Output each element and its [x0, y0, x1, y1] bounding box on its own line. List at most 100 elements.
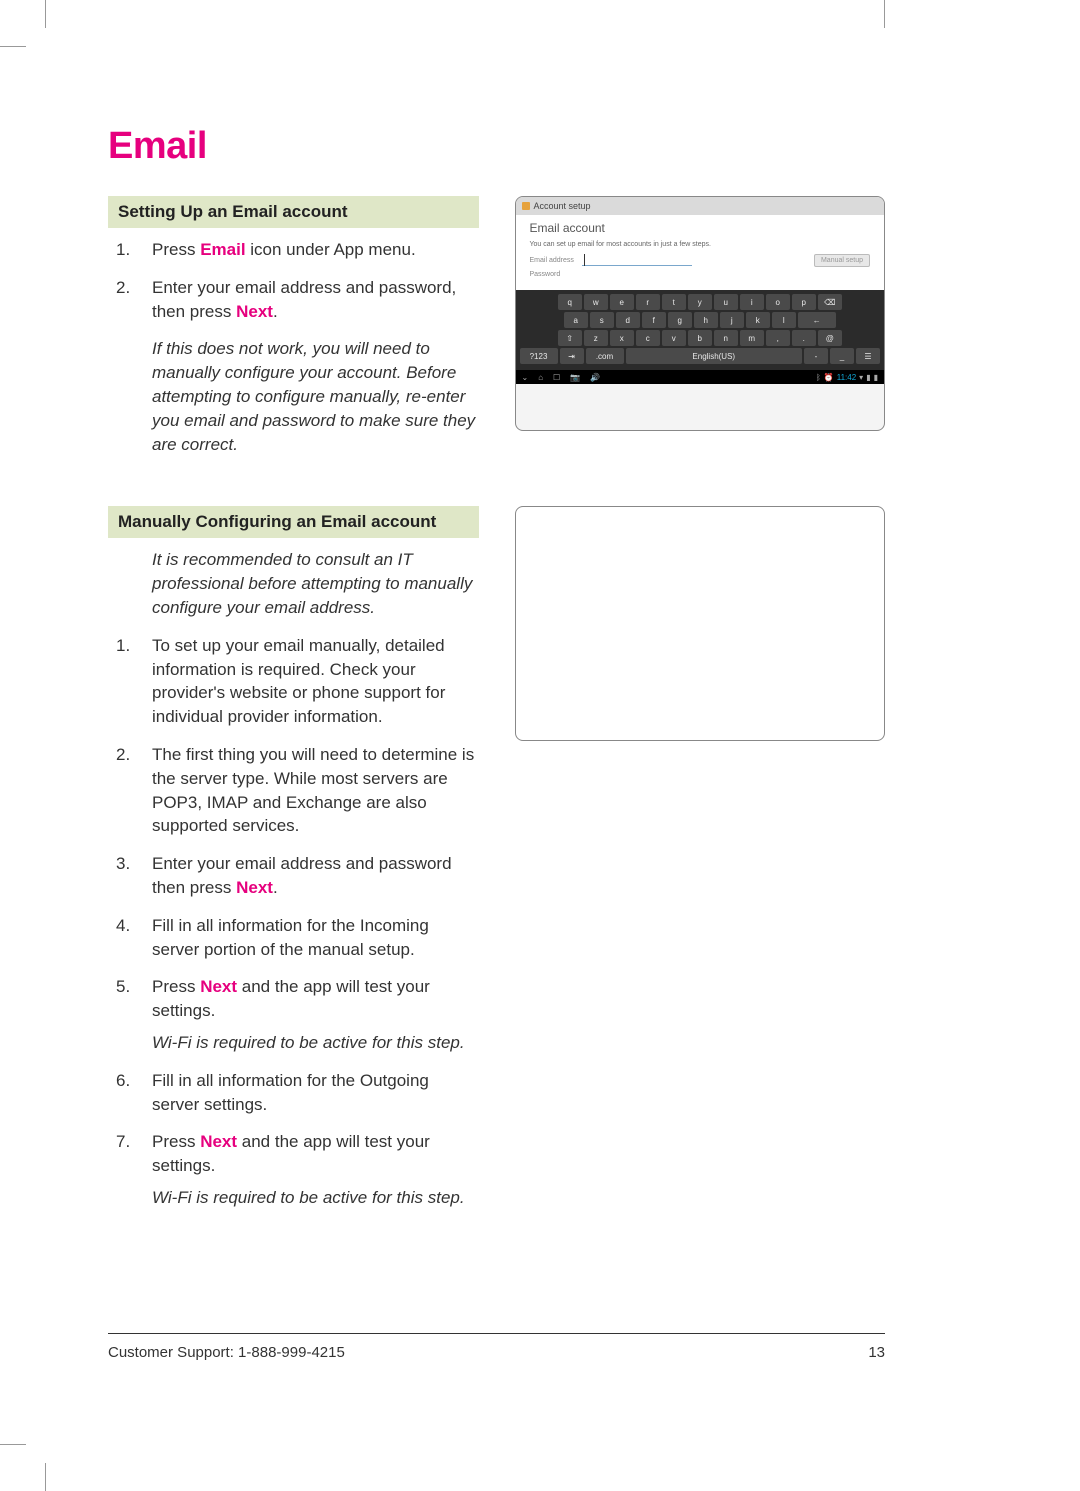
- nav-home-icon[interactable]: ⌂: [538, 373, 543, 382]
- key-d[interactable]: d: [616, 312, 640, 328]
- status-alarm-icon: ⏰: [824, 373, 834, 382]
- page-number: 13: [868, 1344, 885, 1361]
- onscreen-keyboard: q w e r t y u i o p ⌫ a s: [516, 290, 885, 370]
- bold-term: Next: [200, 977, 237, 996]
- wifi-note: Wi-Fi is required to be active for this …: [152, 1031, 479, 1055]
- key-l[interactable]: l: [772, 312, 796, 328]
- key-space[interactable]: English(US): [626, 348, 803, 364]
- key-w[interactable]: w: [584, 294, 608, 310]
- status-battery-icon: ▮: [874, 373, 878, 382]
- key-b[interactable]: b: [688, 330, 712, 346]
- key-at[interactable]: @: [818, 330, 842, 346]
- nav-recent-icon[interactable]: ☐: [553, 373, 560, 382]
- app-icon: [522, 202, 530, 210]
- mstep-2: The first thing you will need to determi…: [108, 743, 479, 838]
- steps-list-1: Press Email icon under App menu. Enter y…: [108, 238, 479, 323]
- status-clock: 11:42: [837, 373, 856, 382]
- step-text: Press: [152, 1132, 200, 1151]
- mstep-4: Fill in all information for the Incoming…: [108, 914, 479, 962]
- key-c[interactable]: c: [636, 330, 660, 346]
- step-text: Fill in all information for the Incoming…: [152, 916, 429, 959]
- email-input[interactable]: [582, 256, 692, 266]
- page-title: Email: [108, 125, 885, 168]
- key-backspace[interactable]: ⌫: [818, 294, 842, 310]
- key-m[interactable]: m: [740, 330, 764, 346]
- mstep-5: Press Next and the app will test your se…: [108, 975, 479, 1054]
- key-t[interactable]: t: [662, 294, 686, 310]
- key-n[interactable]: n: [714, 330, 738, 346]
- key-shift[interactable]: ⇧: [558, 330, 582, 346]
- key-tab[interactable]: ⇥: [560, 348, 584, 364]
- mstep-3: Enter your email address and password th…: [108, 852, 479, 900]
- intro-note: It is recommended to consult an IT profe…: [152, 548, 479, 619]
- key-g[interactable]: g: [668, 312, 692, 328]
- section-heading-setup: Setting Up an Email account: [108, 196, 479, 228]
- key-h[interactable]: h: [694, 312, 718, 328]
- nav-volume-icon[interactable]: 🔊: [590, 373, 600, 382]
- key-e[interactable]: e: [610, 294, 634, 310]
- section-setting-up: Setting Up an Email account Press Email …: [108, 196, 885, 470]
- key-q[interactable]: q: [558, 294, 582, 310]
- step-2: Enter your email address and password, t…: [108, 276, 479, 324]
- key-underscore[interactable]: _: [830, 348, 854, 364]
- window-title: Account setup: [534, 201, 591, 211]
- step-text: Press: [152, 977, 200, 996]
- key-k[interactable]: k: [746, 312, 770, 328]
- key-dotcom[interactable]: .com: [586, 348, 624, 364]
- bold-term: Next: [200, 1132, 237, 1151]
- screenshot-heading: Email account: [530, 221, 871, 235]
- status-wifi-icon: ▾: [859, 373, 863, 382]
- key-r[interactable]: r: [636, 294, 660, 310]
- key-o[interactable]: o: [766, 294, 790, 310]
- key-z[interactable]: z: [584, 330, 608, 346]
- key-i[interactable]: i: [740, 294, 764, 310]
- bold-term: Next: [236, 878, 273, 897]
- key-u[interactable]: u: [714, 294, 738, 310]
- mstep-7: Press Next and the app will test your se…: [108, 1130, 479, 1209]
- key-symbols[interactable]: ?123: [520, 348, 558, 364]
- step-text: .: [273, 878, 278, 897]
- screenshot-topbar: Account setup: [516, 197, 885, 215]
- nav-back-icon[interactable]: ⌄: [522, 373, 529, 382]
- key-period[interactable]: .: [792, 330, 816, 346]
- screenshot-placeholder: [515, 506, 886, 741]
- mstep-6: Fill in all information for the Outgoing…: [108, 1069, 479, 1117]
- key-j[interactable]: j: [720, 312, 744, 328]
- status-signal-icon: ▮: [866, 373, 870, 382]
- note-manual-config: If this does not work, you will need to …: [152, 337, 479, 456]
- step-text: The first thing you will need to determi…: [152, 745, 474, 835]
- wifi-note: Wi-Fi is required to be active for this …: [152, 1186, 479, 1210]
- mstep-1: To set up your email manually, detailed …: [108, 634, 479, 729]
- step-text: .: [273, 302, 278, 321]
- key-a[interactable]: a: [564, 312, 588, 328]
- android-navbar: ⌄ ⌂ ☐ 📷 🔊 ᛒ ⏰ 11:42 ▾ ▮ ▮: [516, 370, 885, 384]
- section-manual-config: Manually Configuring an Email account It…: [108, 506, 885, 1223]
- footer-support: Customer Support: 1-888-999-4215: [108, 1344, 345, 1361]
- manual-setup-button[interactable]: Manual setup: [814, 254, 870, 267]
- nav-screenshot-icon[interactable]: 📷: [570, 373, 580, 382]
- key-x[interactable]: x: [610, 330, 634, 346]
- section-heading-manual: Manually Configuring an Email account: [108, 506, 479, 538]
- step-text: Enter your email address and password th…: [152, 854, 452, 897]
- key-dash[interactable]: -: [804, 348, 828, 364]
- key-comma[interactable]: ,: [766, 330, 790, 346]
- status-bt-icon: ᛒ: [816, 373, 821, 382]
- steps-list-2: To set up your email manually, detailed …: [108, 634, 479, 1210]
- key-y[interactable]: y: [688, 294, 712, 310]
- step-text: icon under App menu.: [246, 240, 416, 259]
- key-menu[interactable]: ☰: [856, 348, 880, 364]
- step-text: Press: [152, 240, 200, 259]
- key-p[interactable]: p: [792, 294, 816, 310]
- key-v[interactable]: v: [662, 330, 686, 346]
- step-text: Fill in all information for the Outgoing…: [152, 1071, 429, 1114]
- field-label-email: Email address: [530, 257, 576, 264]
- key-s[interactable]: s: [590, 312, 614, 328]
- key-f[interactable]: f: [642, 312, 666, 328]
- screenshot-sub: You can set up email for most accounts i…: [530, 241, 871, 248]
- field-label-password: Password: [530, 271, 576, 278]
- key-enter[interactable]: ←: [798, 312, 836, 328]
- step-text: Enter your email address and password, t…: [152, 278, 456, 321]
- step-text: To set up your email manually, detailed …: [152, 636, 445, 726]
- screenshot-email-setup: Account setup Email account You can set …: [515, 196, 886, 431]
- bold-term: Next: [236, 302, 273, 321]
